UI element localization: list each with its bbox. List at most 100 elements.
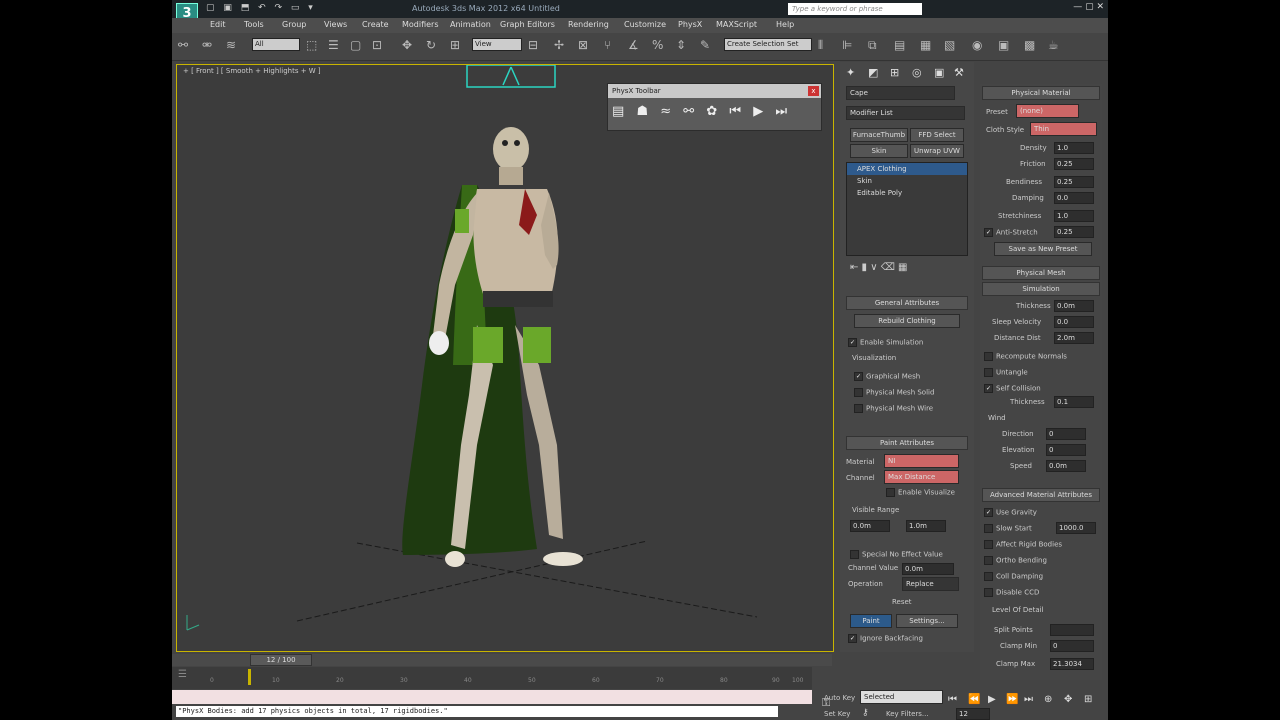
menu-rendering[interactable]: Rendering (568, 20, 609, 29)
direction-spinner[interactable]: 0 (1046, 428, 1086, 440)
align-icon[interactable]: ⊫ (842, 38, 852, 52)
reset-button[interactable]: Reset (892, 598, 912, 606)
maxscript-listener-mini[interactable] (172, 690, 812, 704)
paint-button[interactable]: Paint (850, 614, 892, 628)
menu-group[interactable]: Group (282, 20, 306, 29)
damping-spinner[interactable]: 0.0 (1054, 192, 1094, 204)
goto-end-icon[interactable]: ⏭ (1024, 694, 1033, 705)
modify-tab-icon[interactable]: ◩ (868, 66, 878, 79)
physx-toolbar-title[interactable]: PhysX Toolbar (608, 84, 821, 98)
rebuild-clothing-button[interactable]: Rebuild Clothing (854, 314, 960, 328)
track-bar-menu-icon[interactable]: ☰ (178, 669, 187, 680)
spinner-snap-icon[interactable]: ⇕ (676, 38, 686, 52)
modifier-list-dropdown[interactable]: Modifier List (846, 106, 965, 120)
menu-modifiers[interactable]: Modifiers (402, 20, 439, 29)
edit-named-sets-icon[interactable]: ✎ (700, 38, 710, 52)
operation-dropdown[interactable]: Replace (902, 577, 959, 591)
hierarchy-tab-icon[interactable]: ⊞ (890, 66, 899, 79)
physx-constraint-icon[interactable]: ⚯ (683, 104, 694, 119)
menu-maxscript[interactable]: MAXScript (716, 20, 757, 29)
graphite-icon[interactable]: ▤ (894, 38, 905, 52)
physx-world-icon[interactable]: ▤ (612, 104, 624, 119)
rotate-icon[interactable]: ↻ (426, 38, 436, 52)
menu-help[interactable]: Help (776, 20, 794, 29)
modifier-button-3[interactable]: Skin (850, 144, 908, 158)
channel-dropdown[interactable]: Max Distance (884, 470, 959, 484)
slow-start-spinner[interactable]: 1000.0 (1056, 522, 1096, 534)
coll-damping-checkbox[interactable]: Coll Damping (984, 572, 1043, 581)
stretchiness-spinner[interactable]: 1.0 (1054, 210, 1094, 222)
use-gravity-checkbox[interactable]: ✓ Use Gravity (984, 508, 1037, 517)
maximize-viewport-icon[interactable]: ⊞ (1084, 694, 1092, 705)
move-icon[interactable]: ✥ (402, 38, 412, 52)
menu-tools[interactable]: Tools (244, 20, 264, 29)
named-selection-dropdown[interactable]: Create Selection Set (724, 38, 812, 51)
cloth-style-dropdown[interactable]: Thin (1030, 122, 1097, 136)
menu-views[interactable]: Views (324, 20, 347, 29)
physx-cloth-icon[interactable]: ≈ (660, 104, 671, 119)
stack-controls[interactable]: ⇤ ▮ ∨ ⌫ ▦ (850, 262, 908, 273)
percent-snap-icon[interactable]: % (652, 38, 663, 52)
advanced-material-rollout[interactable]: Advanced Material Attributes (982, 488, 1100, 502)
bind-icon[interactable]: ≋ (226, 38, 236, 52)
render-icon[interactable]: ☕ (1048, 38, 1059, 52)
distance-dist-spinner[interactable]: 2.0m (1054, 332, 1094, 344)
speed-spinner[interactable]: 0.0m (1046, 460, 1086, 472)
time-slider[interactable]: 12 / 100 (250, 654, 312, 666)
window-controls[interactable]: — ▢ ✕ (1073, 2, 1104, 12)
utilities-tab-icon[interactable]: ⚒ (954, 66, 964, 79)
next-frame-icon[interactable]: ⏩ (1006, 694, 1018, 705)
graphical-mesh-checkbox[interactable]: ✓ Graphical Mesh (854, 372, 920, 381)
key-filters-button[interactable]: Key Filters... (886, 710, 929, 718)
object-name-field[interactable]: Cape (846, 86, 955, 100)
thickness-spinner[interactable]: 0.0m (1054, 300, 1094, 312)
select-manipulate-icon[interactable]: ✢ (554, 38, 564, 52)
goto-start-icon[interactable]: ⏮ (948, 694, 957, 705)
motion-tab-icon[interactable]: ◎ (912, 66, 922, 79)
density-spinner[interactable]: 1.0 (1054, 142, 1094, 154)
create-tab-icon[interactable]: ✦ (846, 66, 855, 79)
viewport[interactable]: + [ Front ] [ Smooth + Highlights + W ] (176, 64, 834, 652)
channel-value-spinner[interactable]: 0.0m (902, 563, 954, 575)
selection-filter-dropdown[interactable]: All (252, 38, 300, 51)
unlink-icon[interactable]: ⚮ (202, 38, 212, 52)
select-by-name-icon[interactable]: ☰ (328, 38, 339, 52)
settings-button[interactable]: Settings... (896, 614, 958, 628)
elevation-spinner[interactable]: 0 (1046, 444, 1086, 456)
disable-ccd-checkbox[interactable]: Disable CCD (984, 588, 1039, 597)
range-to-spinner[interactable]: 1.0m (906, 520, 946, 532)
snap-icon[interactable]: ⑂ (604, 38, 611, 52)
anti-stretch-spinner[interactable]: 0.25 (1054, 226, 1094, 238)
zoom-icon[interactable]: ⊕ (1044, 694, 1052, 705)
frame-spinner[interactable]: 12 (956, 708, 990, 720)
rewind-icon[interactable]: ⏮ (729, 104, 741, 119)
pan-icon[interactable]: ✥ (1064, 694, 1072, 705)
stack-item[interactable]: APEX Clothing (847, 163, 967, 175)
physical-material-rollout[interactable]: Physical Material (982, 86, 1100, 100)
menu-edit[interactable]: Edit (210, 20, 226, 29)
scale-icon[interactable]: ⊞ (450, 38, 460, 52)
pivot-icon[interactable]: ⊟ (528, 38, 538, 52)
angle-snap-icon[interactable]: ∡ (628, 38, 639, 52)
paint-attributes-rollout[interactable]: Paint Attributes (846, 436, 968, 450)
material-dropdown[interactable]: NI (884, 454, 959, 468)
track-bar[interactable]: ☰ 0 10 20 30 40 50 60 70 80 90 100 (172, 667, 812, 689)
bendiness-spinner[interactable]: 0.25 (1054, 176, 1094, 188)
schematic-view-icon[interactable]: ▧ (944, 38, 955, 52)
render-setup-icon[interactable]: ▣ (998, 38, 1009, 52)
save-preset-button[interactable]: Save as New Preset (994, 242, 1092, 256)
modifier-button-4[interactable]: Unwrap UVW (910, 144, 964, 158)
menu-physx[interactable]: PhysX (678, 20, 702, 29)
anti-stretch-checkbox[interactable]: ✓ Anti-Stretch (984, 228, 1038, 237)
window-crossing-icon[interactable]: ⊡ (372, 38, 382, 52)
layer-manager-icon[interactable]: ⧉ (868, 38, 877, 52)
rendered-frame-icon[interactable]: ▩ (1024, 38, 1035, 52)
select-icon[interactable]: ⬚ (306, 38, 317, 52)
time-slider-bar[interactable]: 12 / 100 (172, 654, 832, 666)
close-icon[interactable]: x (808, 86, 819, 96)
self-thickness-spinner[interactable]: 0.1 (1054, 396, 1094, 408)
preset-dropdown[interactable]: (none) (1016, 104, 1079, 118)
slow-start-checkbox[interactable]: Slow Start (984, 524, 1032, 533)
modifier-stack[interactable]: APEX Clothing Skin Editable Poly (846, 162, 968, 256)
stack-item[interactable]: Skin (847, 175, 967, 187)
